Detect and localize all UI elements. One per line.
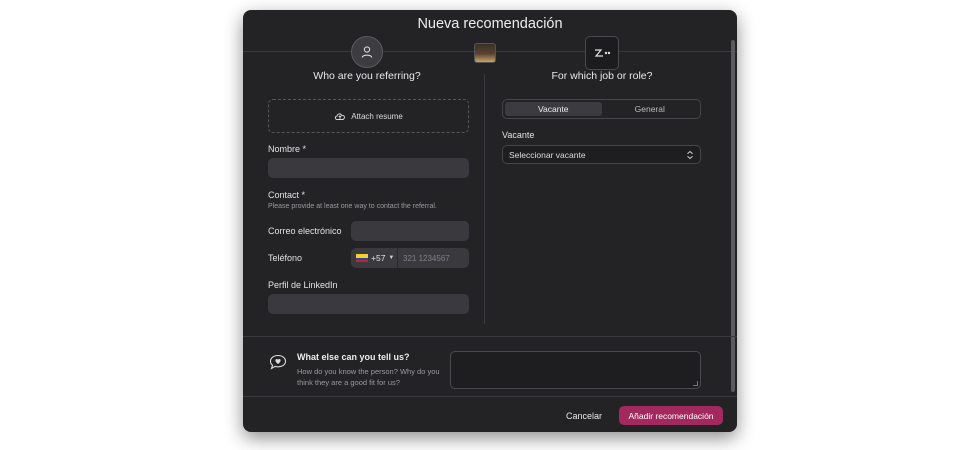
who-referring-title: Who are you referring? [313, 70, 421, 82]
resize-handle[interactable] [693, 381, 698, 386]
modal-title: Nueva recomendación [417, 16, 563, 32]
heart-chat-icon [269, 354, 287, 370]
column-divider [484, 74, 485, 324]
caret-down-icon: ▼ [388, 255, 395, 261]
nombre-input[interactable] [268, 158, 469, 178]
company-logo [585, 36, 619, 70]
phone-input[interactable]: 321 1234567 [398, 254, 450, 263]
phone-field: +57 ▼ 321 1234567 [351, 248, 469, 268]
tab-vacante[interactable]: Vacante [505, 102, 602, 116]
tell-us-title: What else can you tell us? [297, 352, 410, 362]
referral-modal: Nueva recomendación Who are you referrin… [243, 10, 737, 432]
referrer-photo [474, 43, 496, 63]
additional-info-textarea[interactable] [450, 351, 701, 389]
actions-divider [243, 396, 737, 397]
email-label: Correo electrónico [268, 226, 342, 236]
nombre-label: Nombre * [268, 144, 307, 154]
contact-label: Contact * [268, 190, 306, 200]
vacante-select-value: Seleccionar vacante [509, 149, 586, 160]
user-icon [361, 46, 373, 58]
tab-general[interactable]: General [602, 102, 699, 116]
cloud-upload-icon [335, 113, 346, 120]
phone-label: Teléfono [268, 253, 303, 263]
chevron-up-down-icon [687, 150, 693, 159]
linkedin-label: Perfil de LinkedIn [268, 280, 338, 290]
vacante-general-tabs: Vacante General [502, 99, 701, 119]
cancel-button[interactable]: Cancelar [559, 407, 609, 425]
attach-resume-dropzone[interactable]: Attach resume [268, 99, 469, 133]
vacante-label: Vacante [502, 130, 535, 140]
colombia-flag-icon [356, 254, 368, 262]
email-input[interactable] [351, 221, 469, 241]
country-code-selector[interactable]: +57 ▼ [351, 248, 398, 268]
scrollbar[interactable] [731, 40, 735, 392]
country-code: +57 [371, 253, 386, 263]
add-recommendation-button[interactable]: Añadir recomendación [619, 406, 723, 425]
footer-divider [243, 336, 737, 337]
logo-mark-icon [594, 49, 611, 57]
vacante-select[interactable]: Seleccionar vacante [502, 145, 701, 164]
job-role-title: For which job or role? [551, 70, 653, 82]
tell-us-hint: How do you know the person? Why do you t… [297, 367, 440, 387]
contact-hint: Please provide at least one way to conta… [268, 203, 437, 210]
linkedin-input[interactable] [268, 294, 469, 314]
attach-resume-label: Attach resume [351, 111, 403, 121]
referral-avatar [351, 36, 383, 68]
